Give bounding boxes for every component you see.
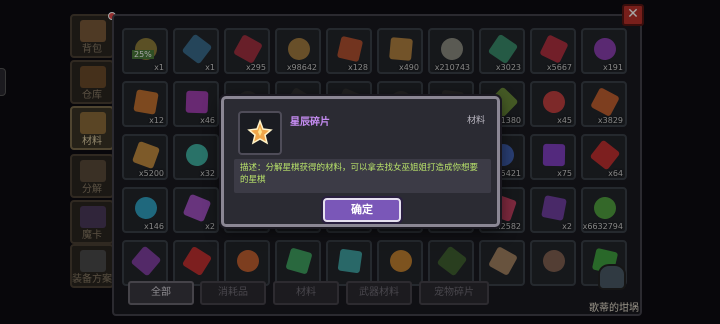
item-description: 描述：分解星棋获得的材料，可以拿去找女巫姐姐打造成你想要的星棋 — [240, 163, 479, 185]
item-category: 材料 — [466, 116, 485, 126]
item-name: 星辰碎片 — [290, 117, 330, 128]
confirm-button[interactable]: 确定 — [323, 198, 401, 222]
item-icon-frame — [238, 111, 282, 155]
star-shard-icon — [247, 118, 273, 145]
item-description-box: 描述：分解星棋获得的材料，可以拿去找女巫姐姐打造成你想要的星棋 — [234, 159, 491, 193]
item-detail-dialog: 星辰碎片 材料 描述：分解星棋获得的材料，可以拿去找女巫姐姐打造成你想要的星棋 … — [221, 96, 500, 227]
